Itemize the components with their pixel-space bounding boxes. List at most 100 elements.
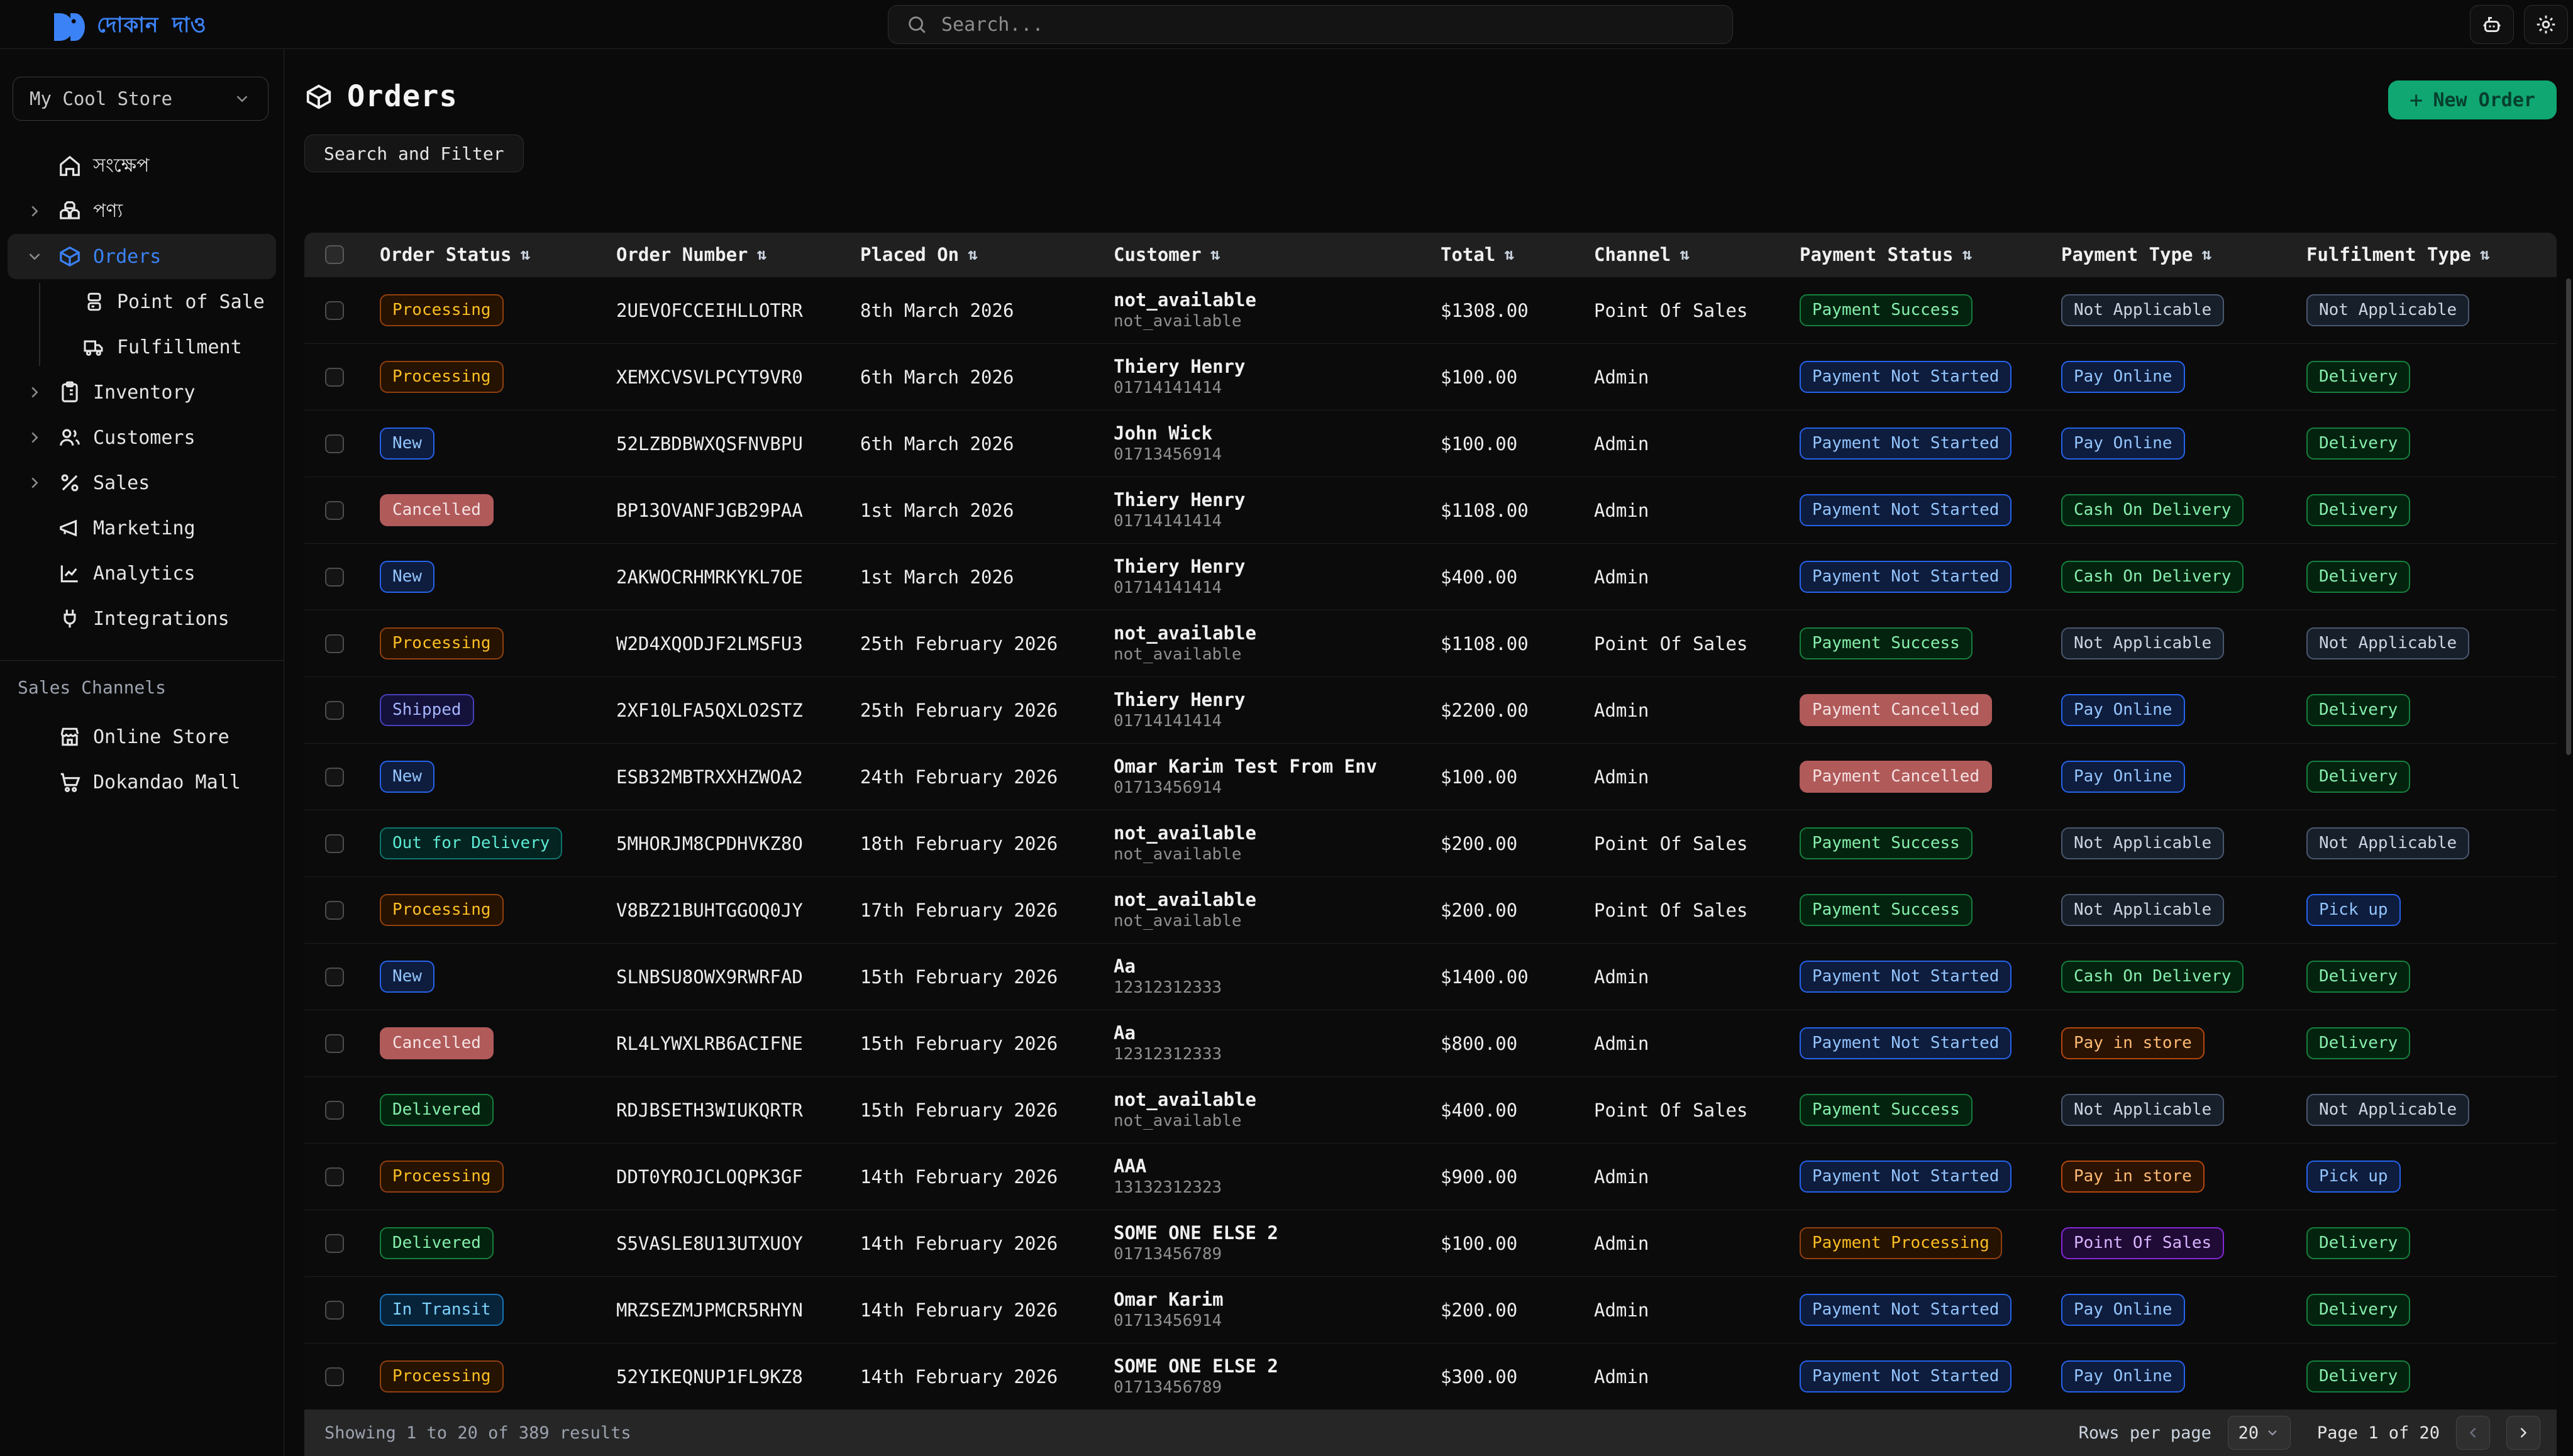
settings-button[interactable] (2524, 5, 2568, 44)
row-checkbox[interactable] (325, 568, 344, 587)
customer-name: Omar Karim (1114, 1288, 1425, 1311)
sidebar-item-label: Integrations (93, 608, 230, 630)
status-badge: Payment Not Started (1800, 427, 2011, 460)
customer-cell: not_availablenot_available (1098, 289, 1425, 332)
table-row[interactable]: ProcessingV8BZ21BUHTGGOQ0JY17th February… (304, 876, 2557, 943)
sidebar-item-sales[interactable]: Sales (0, 460, 284, 505)
row-checkbox[interactable] (325, 901, 344, 920)
table-row[interactable]: NewESB32MBTRXXHZWOA224th February 2026Om… (304, 743, 2557, 810)
table-row[interactable]: DeliveredS5VASLE8U13UTXUOY14th February … (304, 1210, 2557, 1276)
chart-line-icon (58, 561, 82, 585)
next-page-button[interactable] (2506, 1416, 2540, 1450)
assistant-bot-button[interactable] (2470, 5, 2514, 44)
row-checkbox[interactable] (325, 701, 344, 720)
table-row[interactable]: ProcessingDDT0YROJCLOQPK3GF14th February… (304, 1143, 2557, 1210)
new-order-button[interactable]: + New Order (2388, 80, 2557, 119)
sidebar-item-orders[interactable]: Orders (8, 234, 276, 279)
sidebar: My Cool Store সংক্ষেপ পণ্য (0, 49, 284, 1456)
customer-name: John Wick (1114, 422, 1425, 444)
table-row[interactable]: New52LZBDBWXQSFNVBPU6th March 2026John W… (304, 410, 2557, 477)
row-checkbox[interactable] (325, 634, 344, 653)
column-header-placed-on[interactable]: Placed On⇅ (845, 244, 1098, 265)
sidebar-item-inventory[interactable]: Inventory (0, 370, 284, 415)
sidebar-item-dokandao-mall[interactable]: Dokandao Mall (0, 759, 284, 805)
column-header-payment-type[interactable]: Payment Type⇅ (2046, 244, 2291, 265)
column-header-payment-status[interactable]: Payment Status⇅ (1784, 244, 2046, 265)
sidebar-item-analytics[interactable]: Analytics (0, 551, 284, 596)
row-checkbox[interactable] (325, 834, 344, 853)
robot-icon (2481, 13, 2503, 36)
table-row[interactable]: NewSLNBSU8OWX9RWRFAD15th February 2026Aa… (304, 943, 2557, 1010)
row-checkbox[interactable] (325, 1167, 344, 1186)
row-checkbox[interactable] (325, 301, 344, 320)
row-checkbox[interactable] (325, 1301, 344, 1320)
placed-on-date: 6th March 2026 (845, 433, 1098, 455)
table-row[interactable]: ProcessingW2D4XQODJF2LMSFU325th February… (304, 610, 2557, 676)
status-badge: Payment Success (1800, 894, 1973, 926)
customer-cell: Aa12312312333 (1098, 1022, 1425, 1065)
row-checkbox[interactable] (325, 1234, 344, 1253)
column-header-channel[interactable]: Channel⇅ (1579, 244, 1784, 265)
status-badge: Pick up (2306, 1161, 2401, 1193)
row-checkbox[interactable] (325, 968, 344, 986)
column-header-total[interactable]: Total⇅ (1425, 244, 1579, 265)
table-row[interactable]: DeliveredRDJBSETH3WIUKQRTR15th February … (304, 1076, 2557, 1143)
table-row[interactable]: New2AKWOCRHMRKYKL7OE1st March 2026Thiery… (304, 543, 2557, 610)
previous-page-button[interactable] (2456, 1416, 2490, 1450)
chevron-right-icon (25, 382, 47, 403)
order-total: $100.00 (1425, 766, 1579, 788)
order-total: $1108.00 (1425, 500, 1579, 521)
status-badge: Payment Not Started (1800, 361, 2011, 393)
customer-phone: not_available (1114, 844, 1425, 865)
status-badge: Pay Online (2061, 361, 2185, 393)
select-all-checkbox[interactable] (325, 245, 344, 264)
payment-type-cell: Not Applicable (2046, 627, 2291, 659)
row-checkbox[interactable] (325, 368, 344, 387)
order-number: 5MHORJM8CPDHVKZ8O (601, 833, 845, 854)
table-row[interactable]: Out for Delivery5MHORJM8CPDHVKZ8O18th Fe… (304, 810, 2557, 876)
table-row[interactable]: CancelledRL4LYWXLRB6ACIFNE15th February … (304, 1010, 2557, 1076)
sidebar-item-online-store[interactable]: Online Store (0, 714, 284, 759)
order-total: $300.00 (1425, 1366, 1579, 1387)
table-row[interactable]: Shipped2XF10LFA5QXLO2STZ25th February 20… (304, 676, 2557, 743)
order-channel: Admin (1579, 1033, 1784, 1054)
row-checkbox[interactable] (325, 1034, 344, 1053)
sidebar-item-point-of-sale[interactable]: Point of Sale (0, 279, 284, 324)
row-checkbox-cell (304, 368, 365, 387)
row-checkbox[interactable] (325, 434, 344, 453)
app-logo[interactable]: দোকান দাও (53, 9, 207, 45)
rows-per-page-select[interactable]: 20 (2228, 1416, 2291, 1450)
search-input[interactable]: Search... (888, 5, 1733, 44)
table-row[interactable]: In TransitMRZSEZMJPMCR5RHYN14th February… (304, 1276, 2557, 1343)
megaphone-icon (58, 516, 82, 540)
column-header-customer[interactable]: Customer⇅ (1098, 244, 1425, 265)
customer-phone: 01713456789 (1114, 1377, 1425, 1398)
sidebar-item-integrations[interactable]: Integrations (0, 596, 284, 641)
order-total: $1308.00 (1425, 300, 1579, 321)
sidebar-item-marketing[interactable]: Marketing (0, 505, 284, 551)
status-badge: Processing (380, 294, 504, 326)
table-row[interactable]: CancelledBP13OVANFJGB29PAA1st March 2026… (304, 477, 2557, 543)
sidebar-item-fulfillment[interactable]: Fulfillment (0, 324, 284, 370)
column-header-order-status[interactable]: Order Status⇅ (365, 244, 601, 265)
customer-name: Thiery Henry (1114, 555, 1425, 578)
sidebar-item-customers[interactable]: Customers (0, 415, 284, 460)
search-and-filter-button[interactable]: Search and Filter (304, 135, 524, 172)
column-header-order-number[interactable]: Order Number⇅ (601, 244, 845, 265)
row-checkbox[interactable] (325, 1367, 344, 1386)
store-selector[interactable]: My Cool Store (13, 77, 268, 121)
customer-phone: 01714141414 (1114, 711, 1425, 732)
row-checkbox[interactable] (325, 501, 344, 520)
table-row[interactable]: Processing2UEVOFCCEIHLLOTRR8th March 202… (304, 277, 2557, 343)
scrollbar-thumb[interactable] (2566, 279, 2571, 755)
table-row[interactable]: ProcessingXEMXCVSVLPCYT9VR06th March 202… (304, 343, 2557, 410)
fulfilment-type-cell: Delivery (2291, 1294, 2557, 1326)
row-checkbox[interactable] (325, 768, 344, 786)
column-header-fulfilment-type[interactable]: Fulfilment Type⇅ (2291, 244, 2557, 265)
sidebar-item-overview[interactable]: সংক্ষেপ (0, 143, 284, 189)
sort-icon: ⇅ (1504, 245, 1514, 264)
row-checkbox[interactable] (325, 1101, 344, 1120)
customer-cell: Omar Karim Test From Env01713456914 (1098, 755, 1425, 798)
table-row[interactable]: Processing52YIKEQNUP1FL9KZ814th February… (304, 1343, 2557, 1409)
sidebar-item-products[interactable]: পণ্য (0, 189, 284, 234)
